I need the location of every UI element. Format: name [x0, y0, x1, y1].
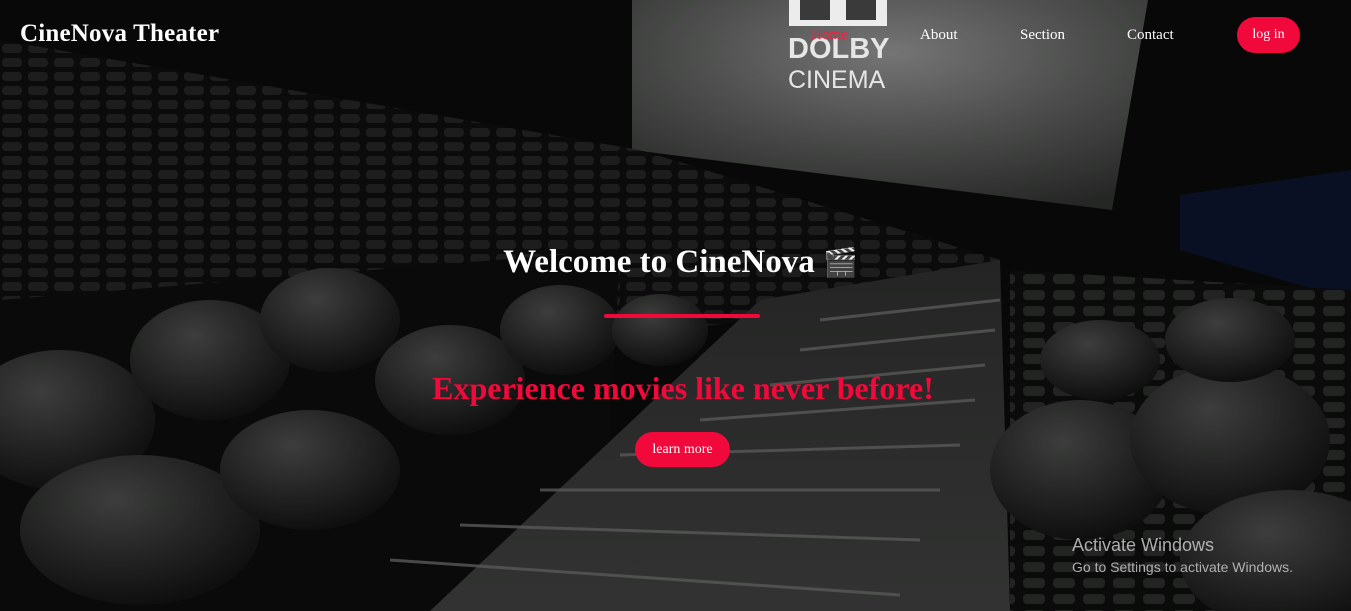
nav-link-contact[interactable]: Contact	[1127, 27, 1174, 44]
login-button[interactable]: log in	[1237, 17, 1300, 53]
windows-activation-watermark: Activate Windows Go to Settings to activ…	[1072, 535, 1293, 575]
watermark-title: Activate Windows	[1072, 535, 1215, 555]
hero-title: Welcome to CineNova 🎬	[0, 244, 1351, 281]
learn-more-button[interactable]: learn more	[635, 432, 730, 467]
nav-link-section[interactable]: Section	[1020, 27, 1065, 44]
hero-background-image: DOLBY CINEMA	[0, 0, 1351, 611]
nav-link-about[interactable]: About	[920, 27, 958, 44]
main-nav: Home About Section Contact	[0, 0, 1351, 72]
watermark-subtitle: Go to Settings to activate Windows.	[1072, 559, 1293, 575]
nav-link-home[interactable]: Home	[811, 27, 848, 44]
hero-subtitle: Experience movies like never before!	[432, 370, 934, 406]
page: DOLBY CINEMA CineNova Theater Home About…	[0, 0, 1351, 611]
clapperboard-icon: 🎬	[822, 246, 858, 279]
hero-divider	[604, 314, 760, 318]
hero-title-text: Welcome to CineNova	[503, 244, 815, 280]
